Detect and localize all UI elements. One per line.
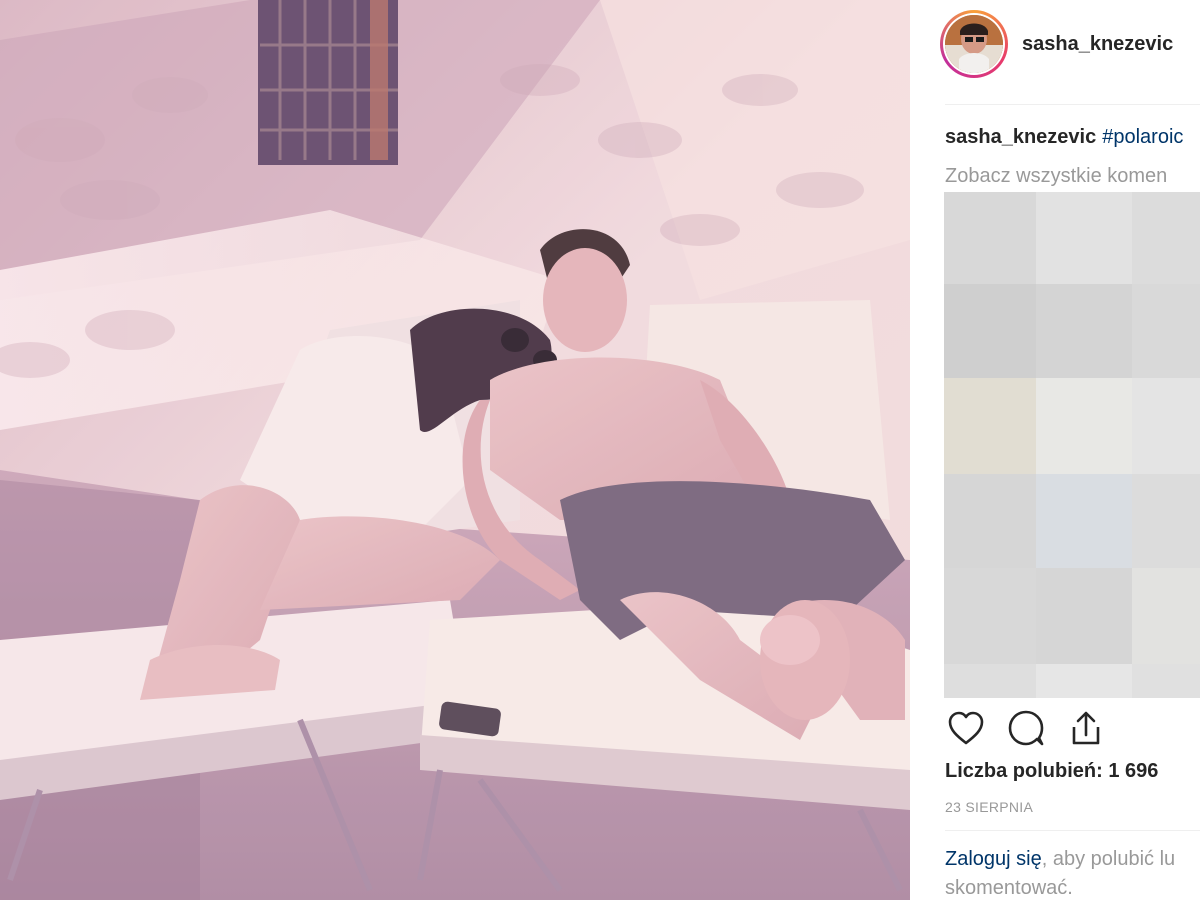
blurred-comment-tile <box>944 378 1036 474</box>
avatar-picture <box>945 15 1003 73</box>
avatar-story-ring[interactable] <box>940 10 1008 78</box>
likes-count[interactable]: Liczba polubień: 1 696 <box>945 760 1158 783</box>
heart-icon[interactable] <box>946 708 986 748</box>
blurred-comment-tile <box>944 474 1036 568</box>
caption-hashtag-link[interactable]: #polaroic <box>1102 126 1183 148</box>
header-divider <box>945 104 1200 105</box>
blurred-comment-tile <box>1132 192 1200 284</box>
blurred-comment-tile <box>944 284 1036 378</box>
blurred-comment-tile <box>1036 664 1132 698</box>
footer-divider <box>945 830 1200 831</box>
instagram-post-page: sasha_knezevic sasha_knezevic #polaroic Z… <box>0 0 1200 900</box>
blurred-comment-tile <box>1132 664 1200 698</box>
blurred-comment-tile <box>1036 474 1132 568</box>
post-side-panel: sasha_knezevic sasha_knezevic #polaroic Z… <box>910 0 1200 900</box>
view-all-comments-link[interactable]: Zobacz wszystkie komen <box>945 165 1167 188</box>
login-prompt: Zaloguj się, aby polubić lu skomentować. <box>945 845 1200 900</box>
login-prompt-text: , aby polubić lu <box>1041 848 1176 870</box>
blurred-comment-tile <box>1036 284 1132 378</box>
comment-icon[interactable] <box>1006 708 1046 748</box>
login-prompt-text-line2: skomentować. <box>945 877 1073 899</box>
polaroid-photo-illustration <box>0 0 910 900</box>
blurred-comment-tile <box>944 192 1036 284</box>
header-username-link[interactable]: sasha_knezevic <box>1022 33 1173 56</box>
post-header: sasha_knezevic <box>940 8 1173 80</box>
blurred-comments-area <box>944 192 1200 698</box>
blurred-comment-tile <box>1036 192 1132 284</box>
caption-author-link[interactable]: sasha_knezevic <box>945 126 1096 148</box>
post-caption: sasha_knezevic #polaroic <box>945 126 1183 149</box>
blurred-comment-tile <box>1036 568 1132 664</box>
login-link[interactable]: Zaloguj się <box>945 848 1042 870</box>
avatar[interactable] <box>945 15 1003 73</box>
blurred-comment-tile <box>1132 474 1200 568</box>
blurred-comment-tile <box>1036 378 1132 474</box>
blurred-comment-tile <box>944 568 1036 664</box>
blurred-comment-tile <box>1132 284 1200 378</box>
avatar-ring-gap <box>943 13 1005 75</box>
share-icon[interactable] <box>1066 708 1106 748</box>
blurred-comment-tile <box>944 664 1036 698</box>
post-photo[interactable] <box>0 0 910 900</box>
post-actions <box>946 706 1126 750</box>
post-date[interactable]: 23 SIERPNIA <box>945 799 1033 815</box>
blurred-comment-tile <box>1132 378 1200 474</box>
blurred-comment-tile <box>1132 568 1200 664</box>
